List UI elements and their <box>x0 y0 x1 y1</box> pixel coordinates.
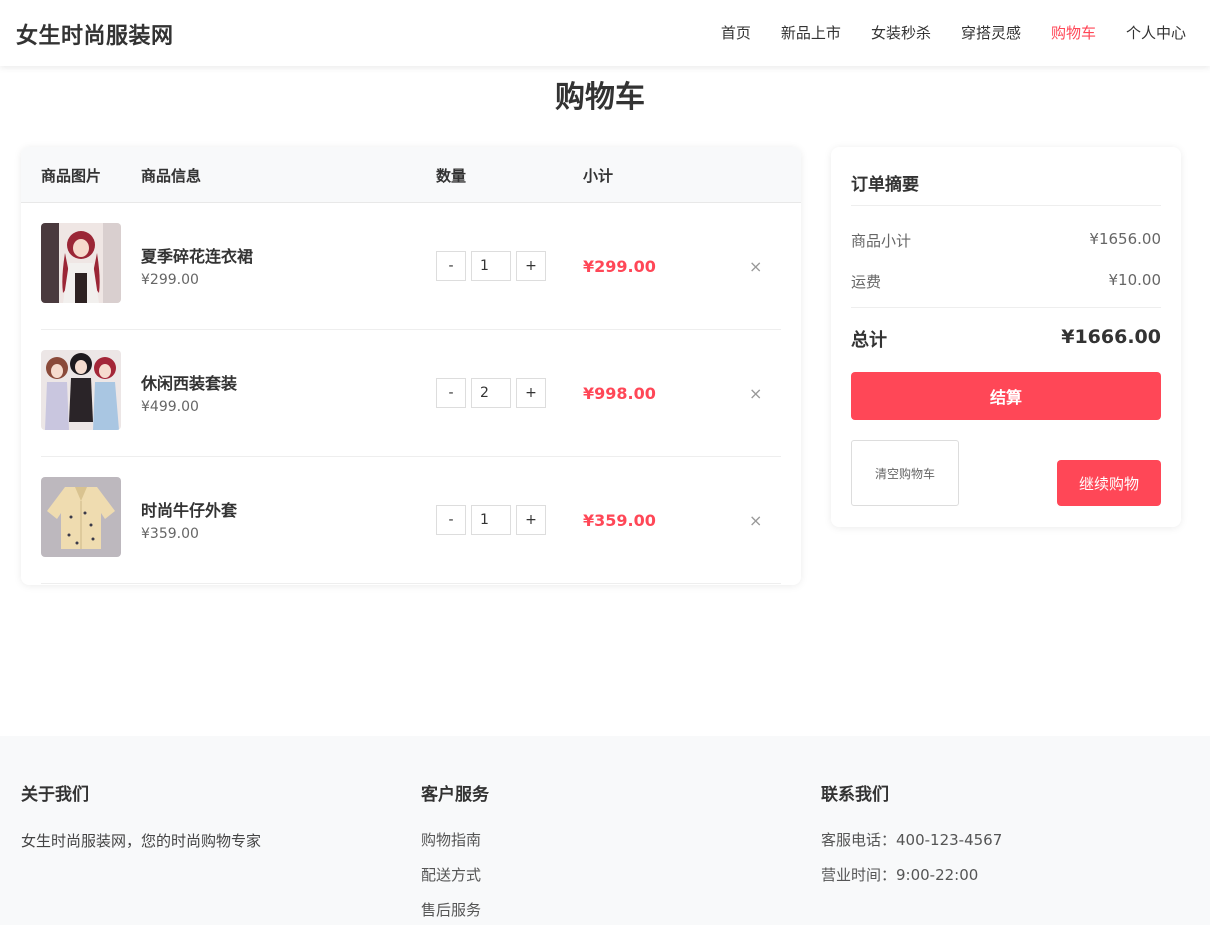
nav-new-arrivals[interactable]: 新品上市 <box>781 22 841 43</box>
decrease-quantity-button[interactable]: - <box>436 378 466 408</box>
remove-item-icon[interactable]: × <box>749 257 762 276</box>
column-info: 商品信息 <box>141 167 202 185</box>
nav-home[interactable]: 首页 <box>721 22 751 43</box>
cart-table-header: 商品图片 商品信息 数量 小计 <box>21 147 801 203</box>
cart-row: 时尚牛仔外套 ¥359.00 - + ¥359.00 × <box>41 457 781 584</box>
nav-flash-sale[interactable]: 女装秒杀 <box>871 22 931 43</box>
main-nav: 首页 新品上市 女装秒杀 穿搭灵感 购物车 个人中心 <box>721 22 1186 43</box>
footer-about: 关于我们 女生时尚服装网，您的时尚购物专家 <box>21 780 261 851</box>
site-logo[interactable]: 女生时尚服装网 <box>16 18 174 50</box>
item-subtotal: ¥299.00 <box>583 257 656 276</box>
column-quantity: 数量 <box>436 167 467 185</box>
summary-shipping-label: 运费 <box>851 273 882 291</box>
footer-link-after-sales[interactable]: 售后服务 <box>421 893 489 925</box>
footer-service: 客户服务 购物指南 配送方式 售后服务 <box>421 780 489 925</box>
increase-quantity-button[interactable]: + <box>516 505 546 535</box>
increase-quantity-button[interactable]: + <box>516 251 546 281</box>
checkout-button[interactable]: 结算 <box>851 372 1161 420</box>
quantity-stepper: - + <box>436 505 546 535</box>
item-name[interactable]: 时尚牛仔外套 <box>141 497 237 521</box>
quantity-stepper: - + <box>436 251 546 281</box>
order-summary: 订单摘要 商品小计 ¥1656.00 运费 ¥10.00 总计 ¥1666.00… <box>831 147 1181 527</box>
column-subtotal: 小计 <box>583 167 614 185</box>
nav-inspiration[interactable]: 穿搭灵感 <box>961 22 1021 43</box>
decrease-quantity-button[interactable]: - <box>436 251 466 281</box>
footer-contact-hours: 营业时间：9:00-22:00 <box>821 866 979 884</box>
footer-link-shopping-guide[interactable]: 购物指南 <box>421 823 489 858</box>
summary-subtotal-label: 商品小计 <box>851 232 912 250</box>
remove-item-icon[interactable]: × <box>749 511 762 530</box>
column-image: 商品图片 <box>41 167 102 185</box>
item-price: ¥359.00 <box>141 526 199 542</box>
summary-subtotal-value: ¥1656.00 <box>1089 230 1161 248</box>
nav-cart[interactable]: 购物车 <box>1051 22 1096 43</box>
cart-table: 商品图片 商品信息 数量 小计 夏季碎花连衣裙 ¥299.00 - + <box>21 147 801 585</box>
summary-shipping-value: ¥10.00 <box>1108 271 1162 289</box>
dress-photo-icon[interactable] <box>41 223 121 303</box>
cart-row: 休闲西装套装 ¥499.00 - + ¥998.00 × <box>41 330 781 457</box>
suit-photo-icon[interactable] <box>41 350 121 430</box>
item-name[interactable]: 休闲西装套装 <box>141 370 237 394</box>
summary-total-value: ¥1666.00 <box>1061 326 1161 348</box>
footer-contact-title: 联系我们 <box>821 785 889 805</box>
item-price: ¥499.00 <box>141 399 199 415</box>
footer-contact: 联系我们 客服电话：400-123-4567 营业时间：9:00-22:00 <box>821 780 1002 893</box>
cart-row: 夏季碎花连衣裙 ¥299.00 - + ¥299.00 × <box>41 203 781 330</box>
item-name[interactable]: 夏季碎花连衣裙 <box>141 243 253 267</box>
jacket-photo-icon[interactable] <box>41 477 121 557</box>
decrease-quantity-button[interactable]: - <box>436 505 466 535</box>
page-title: 购物车 <box>555 80 645 115</box>
divider <box>851 307 1161 308</box>
summary-shipping-row: 运费 ¥10.00 <box>851 271 1161 292</box>
footer-about-title: 关于我们 <box>21 785 89 805</box>
summary-total-row: 总计 ¥1666.00 <box>851 326 1161 352</box>
item-price: ¥299.00 <box>141 272 199 288</box>
quantity-stepper: - + <box>436 378 546 408</box>
summary-subtotal-row: 商品小计 ¥1656.00 <box>851 230 1161 251</box>
clear-cart-button[interactable]: 清空购物车 <box>851 440 959 506</box>
footer-service-title: 客户服务 <box>421 785 489 805</box>
summary-title: 订单摘要 <box>851 175 919 195</box>
footer-about-text: 女生时尚服装网，您的时尚购物专家 <box>21 832 262 850</box>
quantity-input[interactable] <box>471 251 511 281</box>
increase-quantity-button[interactable]: + <box>516 378 546 408</box>
item-subtotal: ¥998.00 <box>583 384 656 403</box>
item-subtotal: ¥359.00 <box>583 511 656 530</box>
remove-item-icon[interactable]: × <box>749 384 762 403</box>
site-footer: 关于我们 女生时尚服装网，您的时尚购物专家 客户服务 购物指南 配送方式 售后服… <box>0 736 1210 925</box>
continue-shopping-button[interactable]: 继续购物 <box>1057 460 1161 506</box>
site-header: 女生时尚服装网 首页 新品上市 女装秒杀 穿搭灵感 购物车 个人中心 <box>0 0 1210 66</box>
quantity-input[interactable] <box>471 505 511 535</box>
nav-account[interactable]: 个人中心 <box>1126 22 1186 43</box>
summary-total-label: 总计 <box>851 330 887 351</box>
footer-contact-phone: 客服电话：400-123-4567 <box>821 831 1003 849</box>
divider <box>851 205 1161 206</box>
quantity-input[interactable] <box>471 378 511 408</box>
footer-link-delivery[interactable]: 配送方式 <box>421 858 489 893</box>
